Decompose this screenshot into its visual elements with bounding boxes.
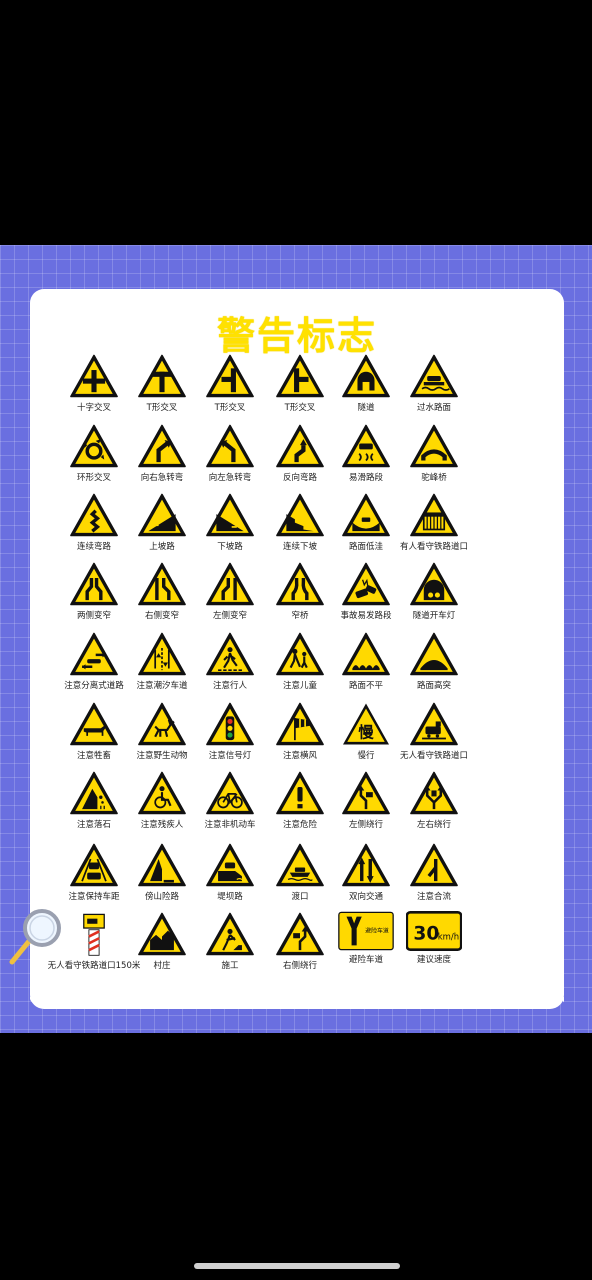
dip-icon [342,493,390,537]
pedestrians-icon [206,632,254,676]
ford-icon [410,354,458,398]
sign-label: 左右绕行 [416,820,451,830]
t-junction-icon [138,354,186,398]
poster-background: 警告标志 十字交叉 T形交叉 T形交叉 T形交叉 隧道 过水路面 环形交叉 向右… [0,245,592,1033]
sign-item: 隧道开车灯 [386,561,482,622]
sign-item: 驼峰桥 [386,423,482,484]
livestock-icon [70,702,118,746]
hump-bridge-icon [410,424,458,468]
uphill-icon [138,493,186,537]
tunnel-lights-icon [410,562,458,606]
sign-label: 注意合流 [416,892,451,902]
road-narrows-both-icon [70,562,118,606]
t-junction-left-icon [206,354,254,398]
sign-grid: 十字交叉 T形交叉 T形交叉 T形交叉 隧道 过水路面 环形交叉 向右急转弯 向… [30,289,564,1009]
detour-both-icon [410,771,458,815]
sign-label: 路面高突 [416,681,451,691]
speed-value: 30 [413,923,439,944]
sign-label: 建议速度 [416,955,451,965]
bicycles-icon [206,771,254,815]
sign-label: 隧道开车灯 [412,611,456,621]
sign-item: 30 km/h 建议速度 [386,911,482,966]
disabled-persons-icon [138,771,186,815]
village-icon [138,912,186,956]
downhill-icon [206,493,254,537]
keep-distance-icon [70,843,118,887]
sign-label: 无人看守铁路道口 [399,751,468,761]
sign-label: 过水路面 [416,403,451,413]
poster-card: 警告标志 十字交叉 T形交叉 T形交叉 T形交叉 隧道 过水路面 环形交叉 向右… [30,289,564,1009]
advisory-speed-icon: 30 km/h [406,911,462,951]
uneven-road-icon [342,632,390,676]
sign-item: 路面高突 [386,631,482,692]
guarded-railway-crossing-icon [410,493,458,537]
home-indicator[interactable] [194,1263,400,1269]
speed-unit: km/h [438,931,459,941]
mountain-road-icon [138,843,186,887]
sign-label: 驼峰桥 [421,473,447,483]
sharp-right-curve-icon [138,424,186,468]
two-way-traffic-icon [342,843,390,887]
road-works-icon [206,912,254,956]
tunnel-icon [342,354,390,398]
slow-sign-text: 慢 [358,724,374,742]
sign-item: 注意合流 [386,842,482,903]
tidal-lane-icon [138,632,186,676]
sign-item: 有人看守铁路道口 [386,492,482,553]
roundabout-icon [70,424,118,468]
wavy-edge [30,997,564,1011]
crossroads-icon [70,354,118,398]
accident-zone-icon [342,562,390,606]
sign-item: 左右绕行 [386,770,482,831]
road-narrows-right-icon [138,562,186,606]
road-bump-icon [410,632,458,676]
unguarded-railway-crossing-icon [410,702,458,746]
railway-150m-icon [83,913,105,956]
falling-rocks-icon [70,771,118,815]
road-narrows-left-icon [206,562,254,606]
divided-road-icon [70,632,118,676]
winding-road-icon [70,493,118,537]
sign-item: 过水路面 [386,353,482,414]
detour-left-icon [342,771,390,815]
magnifier-icon [9,909,61,965]
wild-animals-icon [138,702,186,746]
sign-label: 有人看守铁路道口 [399,542,468,552]
sign-item: 无人看守铁路道口 [386,701,482,762]
merging-traffic-icon [410,843,458,887]
embankment-road-icon [206,843,254,887]
sharp-left-curve-icon [206,424,254,468]
slippery-road-icon [342,424,390,468]
traffic-signal-icon [206,702,254,746]
slow-icon: 慢 [343,703,389,745]
